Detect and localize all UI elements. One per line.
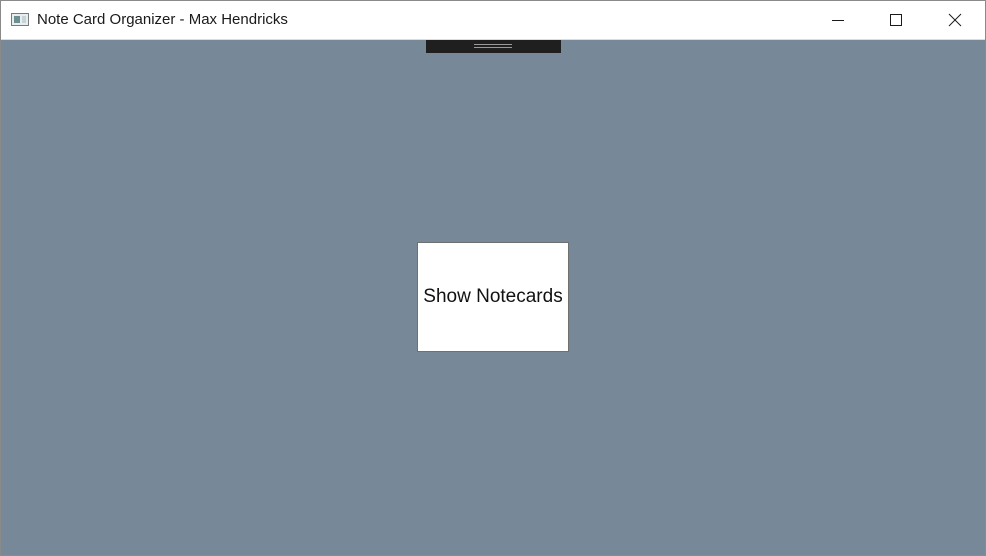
- close-icon: [948, 13, 962, 27]
- app-window-icon: [11, 13, 29, 26]
- drag-handle[interactable]: [426, 40, 561, 53]
- minimize-icon: [832, 20, 844, 21]
- close-button[interactable]: [926, 1, 984, 39]
- window-title: Note Card Organizer - Max Hendricks: [37, 11, 288, 28]
- grip-icon: [474, 44, 512, 48]
- app-icon-right-pane: [22, 16, 26, 23]
- maximize-icon: [890, 14, 902, 26]
- title-bar[interactable]: Note Card Organizer - Max Hendricks: [1, 1, 985, 40]
- show-notecards-button[interactable]: Show Notecards: [417, 242, 569, 352]
- app-icon-left-pane: [14, 16, 20, 23]
- main-panel: Show Notecards: [1, 40, 985, 555]
- minimize-button[interactable]: [809, 1, 867, 39]
- app-window: Note Card Organizer - Max Hendricks Show…: [0, 0, 986, 556]
- maximize-button[interactable]: [867, 1, 925, 39]
